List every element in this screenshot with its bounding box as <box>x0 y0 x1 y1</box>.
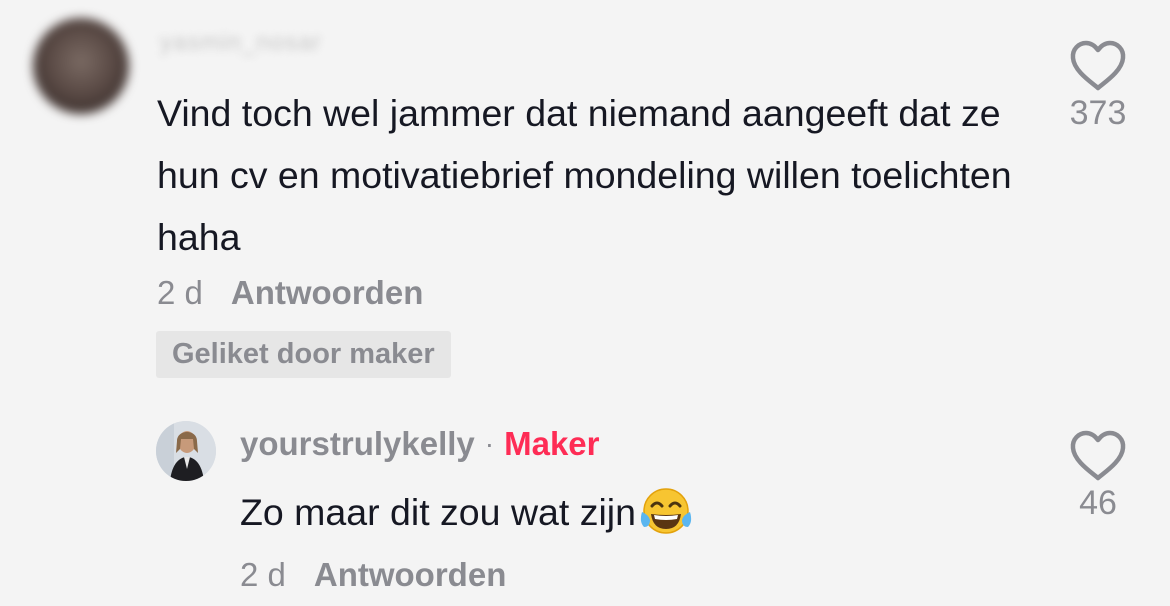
comment-timestamp: 2 d <box>157 274 203 311</box>
reply-like-count: 46 <box>1079 484 1117 522</box>
reply-timestamp: 2 d <box>240 556 286 593</box>
reply-reply-button[interactable]: Antwoorden <box>314 556 506 594</box>
commenter-username[interactable]: yasmin_nosar <box>160 29 385 57</box>
commenter-avatar[interactable] <box>33 18 129 114</box>
reply-text: Zo maar dit zou wat zijn <box>240 491 636 533</box>
creator-avatar[interactable] <box>156 421 216 481</box>
reply-text-row: Zo maar dit zou wat zijn <box>240 482 694 542</box>
comment-text: Vind toch wel jammer dat niemand aangeef… <box>157 92 1012 258</box>
commenter-username-text[interactable]: yasmin_nosar <box>160 29 321 57</box>
face-with-tears-of-joy-icon <box>640 488 692 534</box>
comment-reply-button[interactable]: Antwoorden <box>231 274 423 312</box>
reply-header: yourstrulykelly · Maker <box>240 425 600 463</box>
creator-username[interactable]: yourstrulykelly <box>240 425 475 463</box>
reply-like-button[interactable]: 46 <box>1053 430 1143 523</box>
heart-icon[interactable] <box>1069 40 1127 92</box>
creator-tag: Maker <box>504 425 600 462</box>
creator-avatar-image <box>156 421 216 481</box>
comment-like-button[interactable]: 373 <box>1053 40 1143 133</box>
reply-meta: 2 d Antwoorden <box>240 556 506 594</box>
comment-meta: 2 d Antwoorden <box>157 274 423 312</box>
comments-panel: yasmin_nosar Vind toch wel jammer dat ni… <box>0 0 1170 606</box>
liked-by-creator-badge: Geliket door maker <box>156 331 451 378</box>
separator-dot: · <box>484 428 495 459</box>
comment-like-count: 373 <box>1069 94 1127 132</box>
heart-icon[interactable] <box>1069 430 1127 482</box>
liked-by-creator-label: Geliket door maker <box>172 338 435 370</box>
